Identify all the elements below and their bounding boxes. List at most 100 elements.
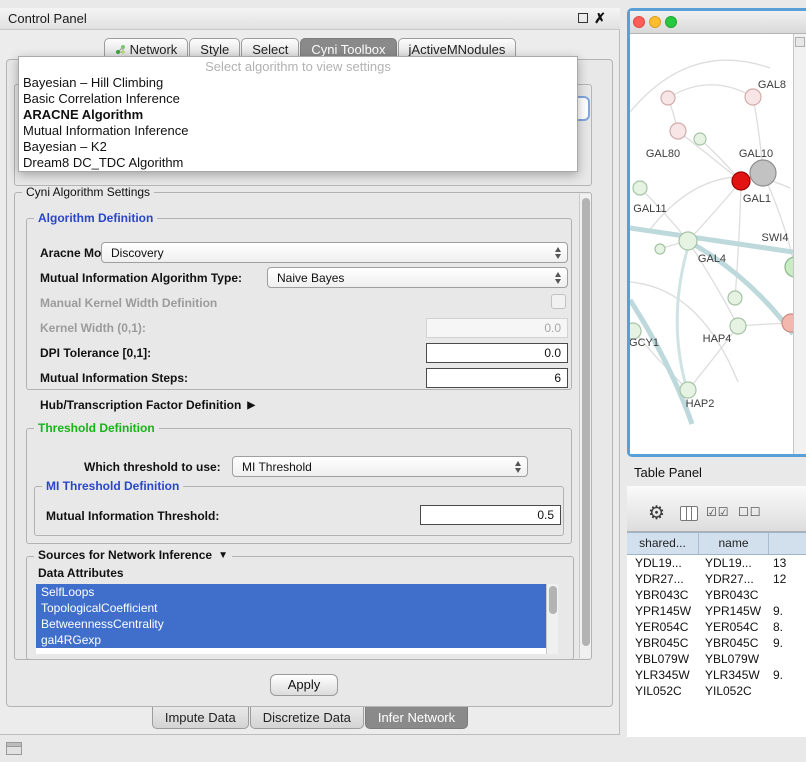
which-threshold-select[interactable]: MI Threshold <box>232 456 528 477</box>
algorithm-option-list: Bayesian – Hill ClimbingBasic Correlatio… <box>19 75 577 171</box>
network-scrollbar-arrow[interactable] <box>795 37 805 47</box>
table-cell: 9. <box>769 636 806 650</box>
table-cell: YER054C <box>627 620 699 634</box>
network-node[interactable] <box>661 91 675 105</box>
network-node[interactable] <box>679 232 697 250</box>
network-node[interactable] <box>633 181 647 195</box>
table-cell: YPR145W <box>627 604 699 618</box>
column-header[interactable]: name <box>699 533 769 554</box>
network-node[interactable] <box>730 318 746 334</box>
network-node[interactable] <box>732 172 750 190</box>
window-close-button[interactable] <box>633 16 645 28</box>
table-cell: YBR045C <box>699 636 769 650</box>
select-all-checkboxes-icon[interactable]: ☑☑ <box>706 505 730 519</box>
network-node[interactable] <box>785 257 793 277</box>
tab-discretize-data[interactable]: Discretize Data <box>250 707 364 729</box>
table-row[interactable]: YBR045CYBR045C9. <box>627 635 806 651</box>
settings-scrollbar-thumb[interactable] <box>582 198 590 646</box>
manual-kernel-checkbox[interactable] <box>551 294 566 309</box>
float-window-icon[interactable] <box>578 13 588 23</box>
mi-type-value: Naive Bayes <box>277 271 344 285</box>
tab-label: Network <box>130 42 178 57</box>
table-row[interactable]: YDR27...YDR27...12 <box>627 571 806 587</box>
algorithm-option[interactable]: Dream8 DC_TDC Algorithm <box>19 155 577 171</box>
table-body: YDL19...YDL19...13YDR27...YDR27...12YBR0… <box>627 555 806 737</box>
mi-threshold-input[interactable] <box>420 505 561 525</box>
network-scrollbar[interactable] <box>793 34 806 454</box>
tab-label: Cyni Toolbox <box>311 42 385 57</box>
column-header[interactable] <box>769 533 806 554</box>
table-row[interactable]: YPR145WYPR145W9. <box>627 603 806 619</box>
attributes-scrollbar-thumb[interactable] <box>549 586 557 614</box>
node-label: SWI4 <box>762 232 789 244</box>
network-node[interactable] <box>728 291 742 305</box>
algorithm-option[interactable]: Bayesian – K2 <box>19 139 577 155</box>
table-cell: YBL079W <box>699 652 769 666</box>
table-cell: 9. <box>769 668 806 682</box>
aracne-mode-select[interactable]: Discovery <box>101 242 568 263</box>
mi-steps-label: Mutual Information Steps: <box>40 371 188 385</box>
deselect-all-checkboxes-icon[interactable]: ☐☐ <box>738 505 762 519</box>
node-label: GAL8 <box>758 79 786 91</box>
table-row[interactable]: YBL079WYBL079W <box>627 651 806 667</box>
mi-type-select[interactable]: Naive Bayes <box>267 267 568 288</box>
attribute-item[interactable]: SelfLoops <box>36 584 546 600</box>
algorithm-option[interactable]: ARACNE Algorithm <box>19 107 577 123</box>
combo-arrows-icon <box>515 461 521 473</box>
network-node[interactable] <box>655 244 665 254</box>
table-row[interactable]: YBR043CYBR043C <box>627 587 806 603</box>
control-panel-titlebar: Control Panel <box>0 8 620 30</box>
algorithm-option[interactable]: Bayesian – Hill Climbing <box>19 75 577 91</box>
table-row[interactable]: YLR345WYLR345W9. <box>627 667 806 683</box>
network-edge <box>677 247 688 382</box>
apply-button[interactable]: Apply <box>270 674 338 696</box>
dpi-tolerance-label: DPI Tolerance [0,1]: <box>40 346 151 360</box>
minimized-panel-icon[interactable] <box>6 742 22 755</box>
hub-section-label: Hub/Transcription Factor Definition <box>40 398 241 412</box>
table-cell: YLR345W <box>699 668 769 682</box>
mi-threshold-label: Mutual Information Threshold: <box>46 509 219 523</box>
table-row[interactable]: YDL19...YDL19...13 <box>627 555 806 571</box>
dpi-tolerance-input[interactable] <box>426 343 568 363</box>
collapsed-arrow-icon: ▶ <box>247 400 255 411</box>
tab-impute-data[interactable]: Impute Data <box>152 707 249 729</box>
network-node[interactable] <box>782 314 793 332</box>
columns-icon[interactable] <box>680 506 698 521</box>
algorithm-option[interactable]: Basic Correlation Inference <box>19 91 577 107</box>
table-row[interactable]: YIL052CYIL052C <box>627 683 806 699</box>
which-threshold-label: Which threshold to use: <box>84 460 221 474</box>
attributes-scrollbar[interactable] <box>546 584 558 654</box>
network-node[interactable] <box>750 160 776 186</box>
table-cell: YDR27... <box>699 572 769 586</box>
tab-infer-network[interactable]: Infer Network <box>365 707 468 729</box>
network-graph: GAL8GAL80GAL10GAL1GAL11SWI4GAL4GCY1HAP4H… <box>630 34 793 454</box>
algorithm-option[interactable]: Mutual Information Inference <box>19 123 577 139</box>
expanded-arrow-icon: ▼ <box>218 549 228 562</box>
close-panel-icon[interactable]: ✗ <box>592 9 608 27</box>
table-cell: 9. <box>769 604 806 618</box>
attribute-item[interactable]: BetweennessCentrality <box>36 616 546 632</box>
column-header[interactable]: shared... <box>627 533 699 554</box>
network-node[interactable] <box>680 382 696 398</box>
hub-section-toggle[interactable]: Hub/Transcription Factor Definition ▶ <box>40 398 255 412</box>
network-node[interactable] <box>745 89 761 105</box>
window-minimize-button[interactable] <box>649 16 661 28</box>
attribute-item[interactable]: TopologicalCoefficient <box>36 600 546 616</box>
gear-icon[interactable]: ⚙ <box>648 504 665 523</box>
data-attributes-label: Data Attributes <box>38 566 124 580</box>
table-row[interactable]: YER054CYER054C8. <box>627 619 806 635</box>
table-cell: YLR345W <box>627 668 699 682</box>
combo-arrows-icon <box>555 272 561 284</box>
network-node[interactable] <box>670 123 686 139</box>
window-zoom-button[interactable] <box>665 16 677 28</box>
sources-title: Sources for Network Inference <box>38 549 212 562</box>
table-cell: YIL052C <box>627 684 699 698</box>
settings-scrollbar[interactable] <box>579 194 591 658</box>
sources-toggle[interactable]: Sources for Network Inference ▼ <box>34 549 232 562</box>
attribute-item[interactable]: gal4RGexp <box>36 632 546 648</box>
network-canvas[interactable]: GAL8GAL80GAL10GAL1GAL11SWI4GAL4GCY1HAP4H… <box>630 34 793 454</box>
network-node[interactable] <box>694 133 706 145</box>
mi-steps-input[interactable] <box>426 368 568 388</box>
node-label: HAP2 <box>686 398 715 410</box>
desktop: Control Panel ✗ NetworkStyleSelectCyni T… <box>0 0 806 762</box>
